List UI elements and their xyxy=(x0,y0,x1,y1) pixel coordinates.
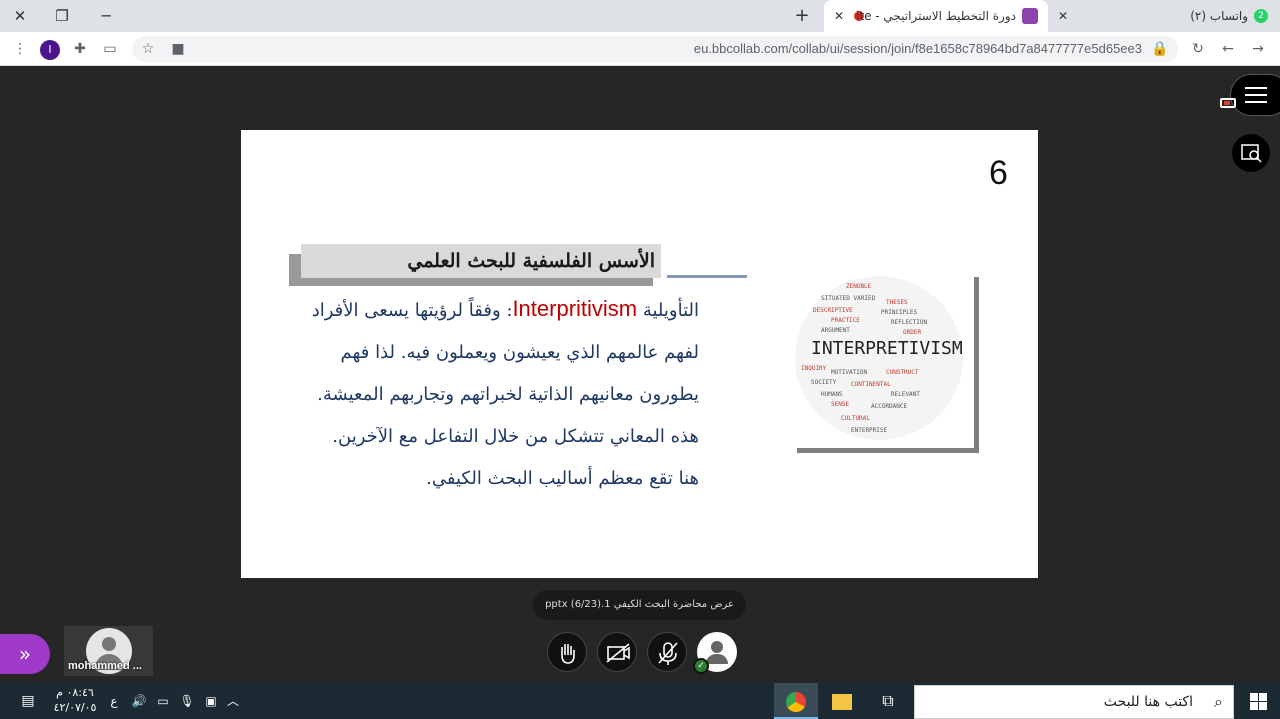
camera-toggle-button[interactable] xyxy=(597,632,637,672)
chrome-taskbar-app[interactable] xyxy=(774,683,818,719)
lock-icon[interactable]: 🔒 xyxy=(1148,37,1172,61)
browser-toolbar: ⋮ I ✚ ▭ ☆ ■ eu.bbcollab.com/collab/ui/se… xyxy=(0,32,1280,66)
profile-avatar[interactable]: I xyxy=(38,37,62,61)
svg-text:PRINCIPLES: PRINCIPLES xyxy=(881,309,918,316)
file-explorer-taskbar-app[interactable] xyxy=(820,683,864,719)
presentation-caption: عرض محاضرة البحث الكيفي 1.pptx (6/23) xyxy=(533,590,746,620)
taskbar-clock[interactable]: ٠٨:٤٦ م ٤٢/٠٧/٠٥ xyxy=(50,685,100,715)
cast-icon[interactable]: ▭ xyxy=(98,37,122,61)
svg-text:SOCIETY: SOCIETY xyxy=(811,379,837,386)
recording-status-icon xyxy=(1220,98,1236,108)
language-indicator[interactable]: ع xyxy=(104,683,124,719)
body-line-4: هذه المعاني تتشكل من خلال التفاعل مع الآ… xyxy=(332,426,699,447)
bookmark-star-icon[interactable]: ☆ xyxy=(136,37,160,61)
microphone-off-icon xyxy=(658,642,678,665)
notifications-icon[interactable]: ▤ xyxy=(14,683,42,719)
tab-strategic-planning[interactable]: ✕ دورة التخطيط الاستراتيجي - ite xyxy=(824,0,1048,32)
start-button[interactable] xyxy=(1236,683,1280,719)
extensions-icon[interactable]: ✚ xyxy=(68,37,92,61)
close-tab-icon[interactable]: ✕ xyxy=(834,0,844,32)
find-in-slide-button[interactable] xyxy=(1232,134,1270,172)
svg-text:ENTERPRISE: ENTERPRISE xyxy=(851,427,888,434)
raise-hand-button[interactable] xyxy=(547,632,587,672)
search-placeholder: اكتب هنا للبحث xyxy=(1103,694,1193,710)
task-view-button[interactable]: ⧉ xyxy=(866,683,910,719)
back-icon[interactable]: ← xyxy=(1216,37,1240,61)
body-line-2: لفهم عالمهم الذي يعيشون ويعملون فيه. لذا… xyxy=(340,342,699,363)
windows-taskbar: ▤ ٠٨:٤٦ م ٤٢/٠٧/٠٥ ع 🔊 ▭ 🎙 ▣ ︿ ⧉ اكتب هن… xyxy=(0,683,1280,719)
svg-text:ACCORDANCE: ACCORDANCE xyxy=(871,403,908,410)
svg-text:CONSTRUCT: CONSTRUCT xyxy=(886,369,919,376)
title-underline xyxy=(667,275,747,278)
restore-window-icon[interactable]: ❐ xyxy=(42,4,82,28)
session-menu-button[interactable] xyxy=(1230,74,1280,116)
close-tab-icon[interactable]: ✕ xyxy=(1058,0,1068,32)
url-text: eu.bbcollab.com/collab/ui/session/join/f… xyxy=(693,41,1142,56)
image-frame-vertical xyxy=(974,277,979,453)
wordcloud-title: INTERPRETIVISM xyxy=(811,338,963,359)
body-line-1: التأويلية Interpritivism: وفقاً لرؤيتها … xyxy=(311,296,699,321)
svg-text:ZENOBLE: ZENOBLE xyxy=(846,283,872,290)
show-hidden-icons[interactable]: ︿ xyxy=(222,683,244,719)
highlight-term: Interpritivism xyxy=(512,296,638,321)
body-line-3: يطورون معانيهم الذاتية لخبراتهم وتجاربهم… xyxy=(317,384,699,405)
slide-title: الأسس الفلسفية للبحث العلمي xyxy=(301,244,661,278)
hand-icon xyxy=(561,644,575,664)
image-frame-horizontal xyxy=(797,448,979,453)
bbcollab-favicon xyxy=(1022,8,1038,24)
collaborate-panel-button[interactable]: » xyxy=(0,634,50,674)
body-line-5: هنا تقع معظم أساليب البحث الكيفي. xyxy=(426,468,699,489)
close-window-icon[interactable]: ✕ xyxy=(0,4,40,28)
svg-text:CULTURAL: CULTURAL xyxy=(841,415,870,422)
search-slide-icon xyxy=(1241,144,1262,163)
slide-number: 6 xyxy=(989,154,1008,192)
battery-icon[interactable]: ▭ xyxy=(152,683,174,719)
presentation-slide: 6 الأسس الفلسفية للبحث العلمي التأويلية … xyxy=(241,130,1038,578)
status-check-icon: ✓ xyxy=(693,658,709,674)
collab-session: 6 الأسس الفلسفية للبحث العلمي التأويلية … xyxy=(0,66,1280,683)
svg-text:SITUATED VARIED: SITUATED VARIED xyxy=(821,295,876,302)
slide-body: التأويلية Interpritivism: وفقاً لرؤيتها … xyxy=(271,288,699,500)
svg-text:REFLECTION: REFLECTION xyxy=(891,319,928,326)
search-icon: ⌕ xyxy=(1214,692,1223,711)
chrome-icon xyxy=(786,691,806,712)
forward-icon[interactable]: → xyxy=(1246,37,1270,61)
microphone-toggle-button[interactable] xyxy=(647,632,687,672)
microphone-tray-icon[interactable]: 🎙 xyxy=(176,683,198,719)
svg-text:MOTIVATION: MOTIVATION xyxy=(831,369,868,376)
svg-text:CONTINENTAL: CONTINENTAL xyxy=(851,381,891,388)
reload-icon[interactable]: ↻ xyxy=(1186,37,1210,61)
svg-text:DESCRIPTIVE: DESCRIPTIVE xyxy=(813,307,853,314)
participant-name: mohammed ... xyxy=(68,660,142,672)
camera-off-icon xyxy=(606,643,630,663)
menu-dots-icon[interactable]: ⋮ xyxy=(8,37,32,61)
page-action-icon[interactable]: ■ xyxy=(166,37,190,61)
network-icon[interactable]: ▣ xyxy=(200,683,222,719)
whatsapp-favicon: 2 xyxy=(1254,9,1268,23)
svg-text:HUMANS: HUMANS xyxy=(821,391,843,398)
participant-tile[interactable]: mohammed ... xyxy=(64,626,153,676)
svg-text:INQUIRY: INQUIRY xyxy=(801,365,827,372)
volume-icon[interactable]: 🔊 xyxy=(128,683,150,719)
tab-title: واتساب (٢) xyxy=(1190,9,1248,23)
interpretivism-word-cloud: ZENOBLE SITUATED VARIED THESES DESCRIPTI… xyxy=(795,276,963,440)
minimize-window-icon[interactable]: ─ xyxy=(86,4,126,28)
new-tab-button[interactable]: + xyxy=(790,4,814,28)
tab-whatsapp[interactable]: ✕ واتساب (٢) 2 xyxy=(1052,0,1280,32)
taskbar-search[interactable]: اكتب هنا للبحث ⌕ xyxy=(914,685,1234,719)
folder-icon xyxy=(832,693,852,710)
svg-text:ORDER: ORDER xyxy=(903,329,921,336)
browser-tab-strip: ✕ ❐ ─ + ✕ دورة التخطيط الاستراتيجي - ite… xyxy=(0,0,1280,32)
tab-title: دورة التخطيط الاستراتيجي - ite xyxy=(856,9,1016,23)
address-bar[interactable]: ☆ ■ eu.bbcollab.com/collab/ui/session/jo… xyxy=(132,36,1178,62)
svg-text:RELEVANT: RELEVANT xyxy=(891,391,920,398)
svg-text:SENSE: SENSE xyxy=(831,401,849,408)
svg-text:PRACTICE: PRACTICE xyxy=(831,317,860,324)
svg-text:THESES: THESES xyxy=(886,299,908,306)
svg-text:ARGUMENT: ARGUMENT xyxy=(821,327,850,334)
